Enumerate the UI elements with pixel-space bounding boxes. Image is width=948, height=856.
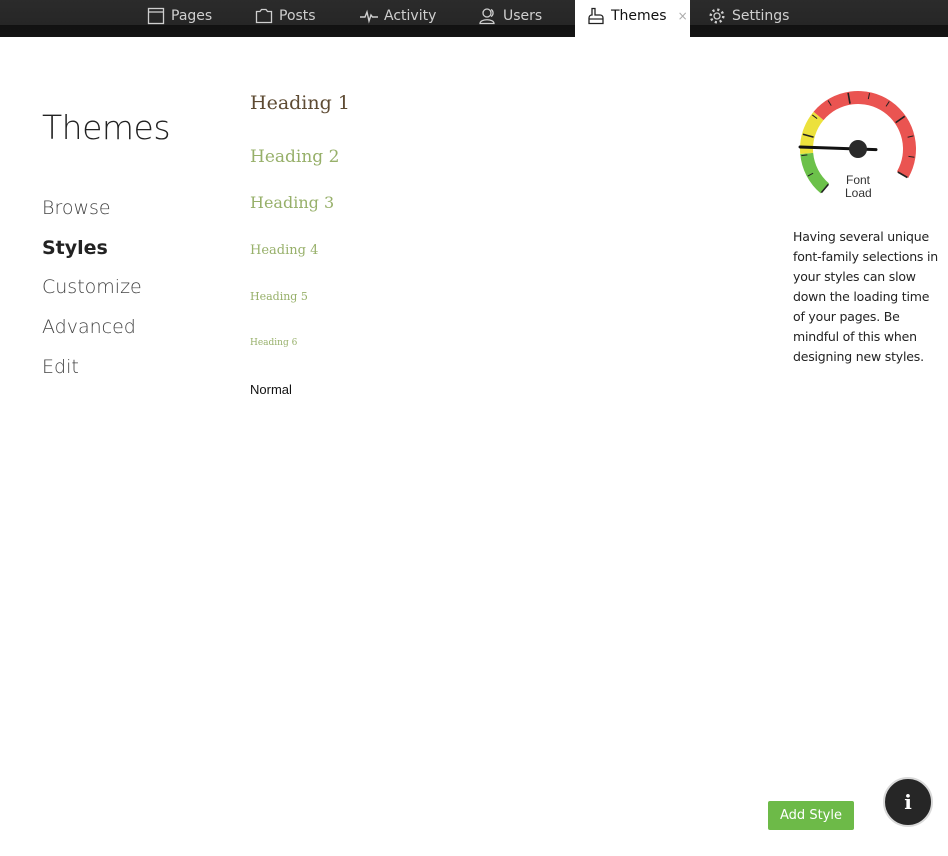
style-heading-2[interactable]: Heading 2 xyxy=(250,147,339,167)
font-load-note: Having several unique font-family select… xyxy=(793,229,939,364)
style-normal[interactable]: Normal xyxy=(250,382,292,397)
style-heading-6[interactable]: Heading 6 xyxy=(250,338,297,348)
brush-icon xyxy=(587,7,605,25)
tab-label: Posts xyxy=(279,8,316,24)
pulse-icon xyxy=(360,7,378,25)
tab-posts[interactable]: Posts xyxy=(255,0,316,37)
tab-label: Settings xyxy=(732,8,790,24)
tab-label: Activity xyxy=(384,8,437,24)
style-heading-5[interactable]: Heading 5 xyxy=(250,290,308,303)
users-icon xyxy=(479,7,497,25)
page-title: Themes xyxy=(42,108,171,147)
gauge-tick xyxy=(801,154,808,157)
sidebar-item-customize[interactable]: Customize xyxy=(42,276,142,316)
folder-icon xyxy=(255,7,273,25)
page-icon xyxy=(147,7,165,25)
gauge-zone-green xyxy=(800,152,830,194)
close-tab-icon[interactable]: × xyxy=(678,9,688,23)
gauge-label-line-2: Load xyxy=(845,186,872,200)
gauge-hub xyxy=(849,140,867,158)
style-heading-1[interactable]: Heading 1 xyxy=(250,92,350,114)
sidebar-item-advanced[interactable]: Advanced xyxy=(42,316,142,356)
tab-pages[interactable]: Pages xyxy=(147,0,212,37)
info-button[interactable]: i xyxy=(883,777,933,827)
style-heading-4[interactable]: Heading 4 xyxy=(250,243,318,258)
tab-label: Users xyxy=(503,8,543,24)
top-nav-bar: Pages Posts Activity Users Themes × Sett… xyxy=(0,0,948,37)
add-style-button[interactable]: Add Style xyxy=(768,801,854,830)
sidebar-item-browse[interactable]: Browse xyxy=(42,197,142,237)
side-nav: Browse Styles Customize Advanced Edit xyxy=(42,197,142,395)
tab-label: Pages xyxy=(171,8,213,24)
style-heading-3[interactable]: Heading 3 xyxy=(250,193,334,212)
gear-icon xyxy=(708,7,726,25)
tab-users[interactable]: Users xyxy=(479,0,542,37)
gauge-label: Font Load xyxy=(845,174,872,200)
info-icon: i xyxy=(904,790,912,814)
sidebar-item-styles[interactable]: Styles xyxy=(42,237,142,277)
sidebar-item-edit[interactable]: Edit xyxy=(42,356,142,396)
tab-themes[interactable]: Themes × xyxy=(575,0,690,37)
tab-activity[interactable]: Activity xyxy=(360,0,436,37)
gauge-zone-red xyxy=(813,90,917,178)
tab-settings[interactable]: Settings xyxy=(708,0,789,37)
tab-label: Themes xyxy=(611,8,667,24)
